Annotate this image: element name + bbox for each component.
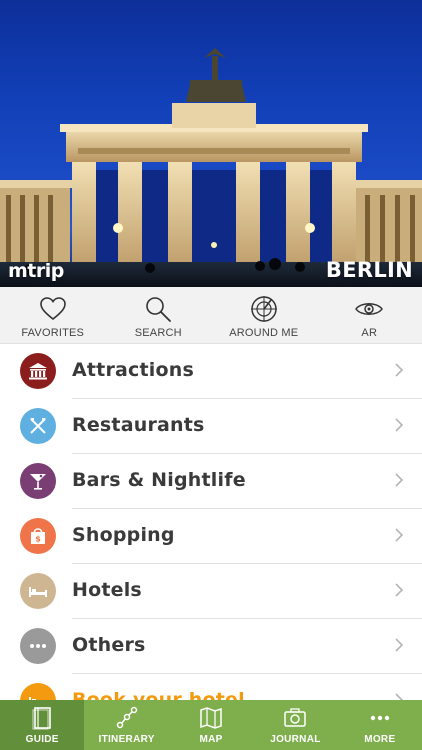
search-icon	[146, 297, 172, 322]
list-item-bars-nightlife[interactable]: Bars & Nightlife	[0, 454, 422, 509]
list-item-shopping[interactable]: $ Shopping	[0, 509, 422, 564]
list-item-label: Bars & Nightlife	[72, 469, 246, 491]
favorites-button[interactable]: FAVORITES	[0, 287, 106, 343]
list-item-attractions[interactable]: Attractions	[0, 344, 422, 399]
bottom-tab-bar: GUIDE ITINERARY MAP JOURNAL MORE	[0, 700, 422, 750]
tab-itinerary-label: ITINERARY	[98, 734, 155, 745]
shopping-bag-icon: $	[20, 518, 56, 554]
list-item-label: Restaurants	[72, 414, 205, 436]
list-item-label: Others	[72, 634, 146, 656]
tab-itinerary[interactable]: ITINERARY	[84, 700, 168, 750]
list-item-hotels[interactable]: Hotels	[0, 564, 422, 619]
favorites-label: FAVORITES	[21, 327, 85, 339]
city-name: BERLIN	[325, 258, 413, 282]
ar-button[interactable]: AR	[317, 287, 422, 343]
bed-icon	[20, 573, 56, 609]
brandenburg-gate-illustration	[0, 48, 422, 287]
list-item-restaurants[interactable]: Restaurants	[0, 399, 422, 454]
chevron-right-icon	[395, 638, 404, 652]
list-item-label: Shopping	[72, 524, 175, 546]
route-icon	[116, 706, 137, 729]
tab-map-label: MAP	[199, 734, 223, 745]
tab-journal[interactable]: JOURNAL	[253, 700, 337, 750]
dots-icon	[20, 628, 56, 664]
tab-more-label: MORE	[364, 734, 396, 745]
hero-image: mtrip BERLIN	[0, 0, 422, 287]
book-icon	[32, 707, 52, 730]
category-list: Attractions Restaurants Bars & Nightlife…	[0, 344, 422, 729]
chevron-right-icon	[395, 583, 404, 597]
more-dots-icon	[370, 715, 390, 721]
tab-guide[interactable]: GUIDE	[0, 700, 85, 750]
temple-icon	[20, 353, 56, 389]
cocktail-icon	[20, 463, 56, 499]
chevron-right-icon	[395, 363, 404, 377]
around-me-label: AROUND ME	[229, 327, 299, 339]
svg-text:$: $	[35, 535, 41, 544]
fork-knife-icon	[20, 408, 56, 444]
around-me-button[interactable]: AROUND ME	[211, 287, 317, 343]
camera-icon	[284, 708, 307, 727]
chevron-right-icon	[395, 528, 404, 542]
tab-more[interactable]: MORE	[338, 700, 422, 750]
search-button[interactable]: SEARCH	[106, 287, 212, 343]
app-logo: mtrip	[8, 260, 64, 282]
map-icon	[200, 707, 222, 729]
list-item-others[interactable]: Others	[0, 619, 422, 674]
radar-icon	[250, 296, 277, 322]
tab-journal-label: JOURNAL	[270, 734, 321, 745]
tab-map[interactable]: MAP	[169, 700, 253, 750]
ar-label: AR	[361, 327, 378, 339]
heart-icon	[39, 297, 66, 321]
chevron-right-icon	[395, 418, 404, 432]
list-item-label: Attractions	[72, 359, 195, 381]
eye-icon	[355, 303, 384, 315]
tab-guide-label: GUIDE	[25, 734, 59, 745]
chevron-right-icon	[395, 473, 404, 487]
list-item-label: Hotels	[72, 579, 142, 601]
search-label: SEARCH	[134, 327, 182, 339]
quick-actions-toolbar: FAVORITES SEARCH AROUND ME AR	[0, 287, 422, 344]
